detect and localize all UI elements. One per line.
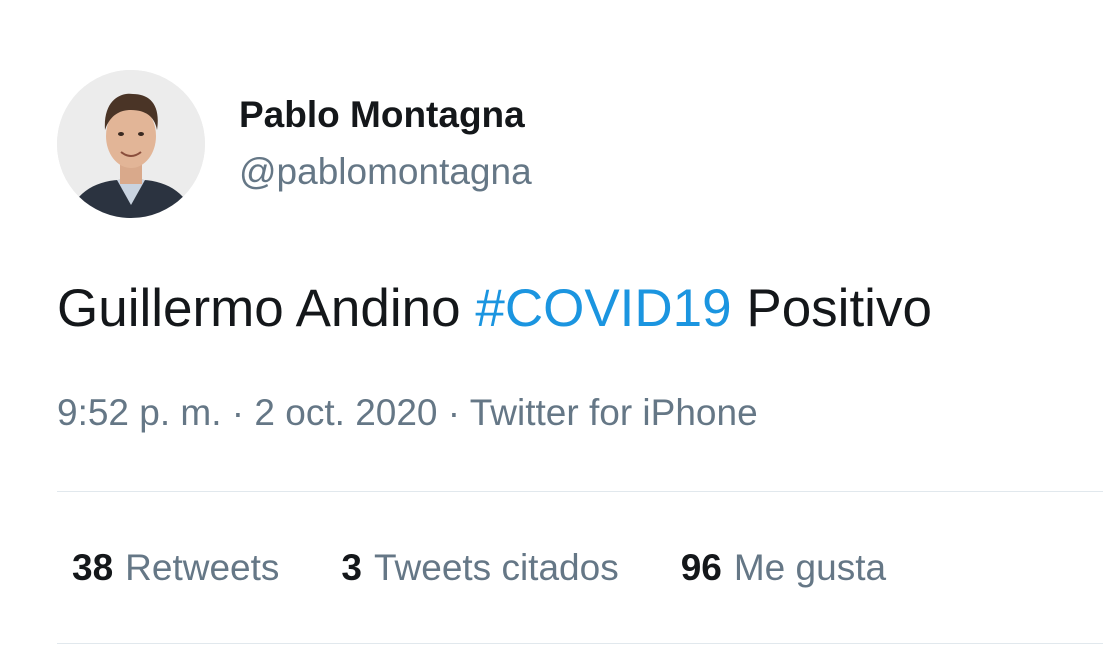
author-handle[interactable]: @pablomontagna — [239, 151, 532, 193]
tweet-text-after: Positivo — [731, 279, 932, 338]
divider — [57, 491, 1103, 492]
retweets-count: 38 — [72, 547, 114, 588]
author-display-name[interactable]: Pablo Montagna — [239, 94, 525, 136]
likes-label: Me gusta — [733, 547, 887, 588]
divider — [57, 643, 1103, 644]
profile-photo — [57, 70, 205, 218]
author-avatar[interactable] — [57, 70, 205, 218]
tweet-time[interactable]: 9:52 p. m. — [57, 392, 222, 433]
quote-tweets-stat[interactable]: 3 Tweets citados — [341, 547, 618, 589]
hashtag-link[interactable]: #COVID19 — [475, 279, 731, 338]
likes-count: 96 — [680, 547, 722, 588]
quote-tweets-label: Tweets citados — [373, 547, 619, 588]
tweet-source[interactable]: Twitter for iPhone — [470, 392, 758, 433]
tweet-date[interactable]: 2 oct. 2020 — [254, 392, 437, 433]
retweets-stat[interactable]: 38 Retweets — [72, 547, 279, 589]
tweet-meta: 9:52 p. m. · 2 oct. 2020 · Twitter for i… — [57, 392, 758, 434]
retweets-label: Retweets — [125, 547, 280, 588]
quote-tweets-count: 3 — [341, 547, 362, 588]
meta-separator: · — [437, 392, 470, 433]
tweet-stats: 38 Retweets 3 Tweets citados 96 Me gusta — [72, 547, 948, 589]
tweet-text: Guillermo Andino #COVID19 Positivo — [57, 278, 932, 339]
meta-separator: · — [221, 392, 255, 433]
tweet-text-before: Guillermo Andino — [57, 279, 476, 338]
likes-stat[interactable]: 96 Me gusta — [681, 547, 886, 589]
